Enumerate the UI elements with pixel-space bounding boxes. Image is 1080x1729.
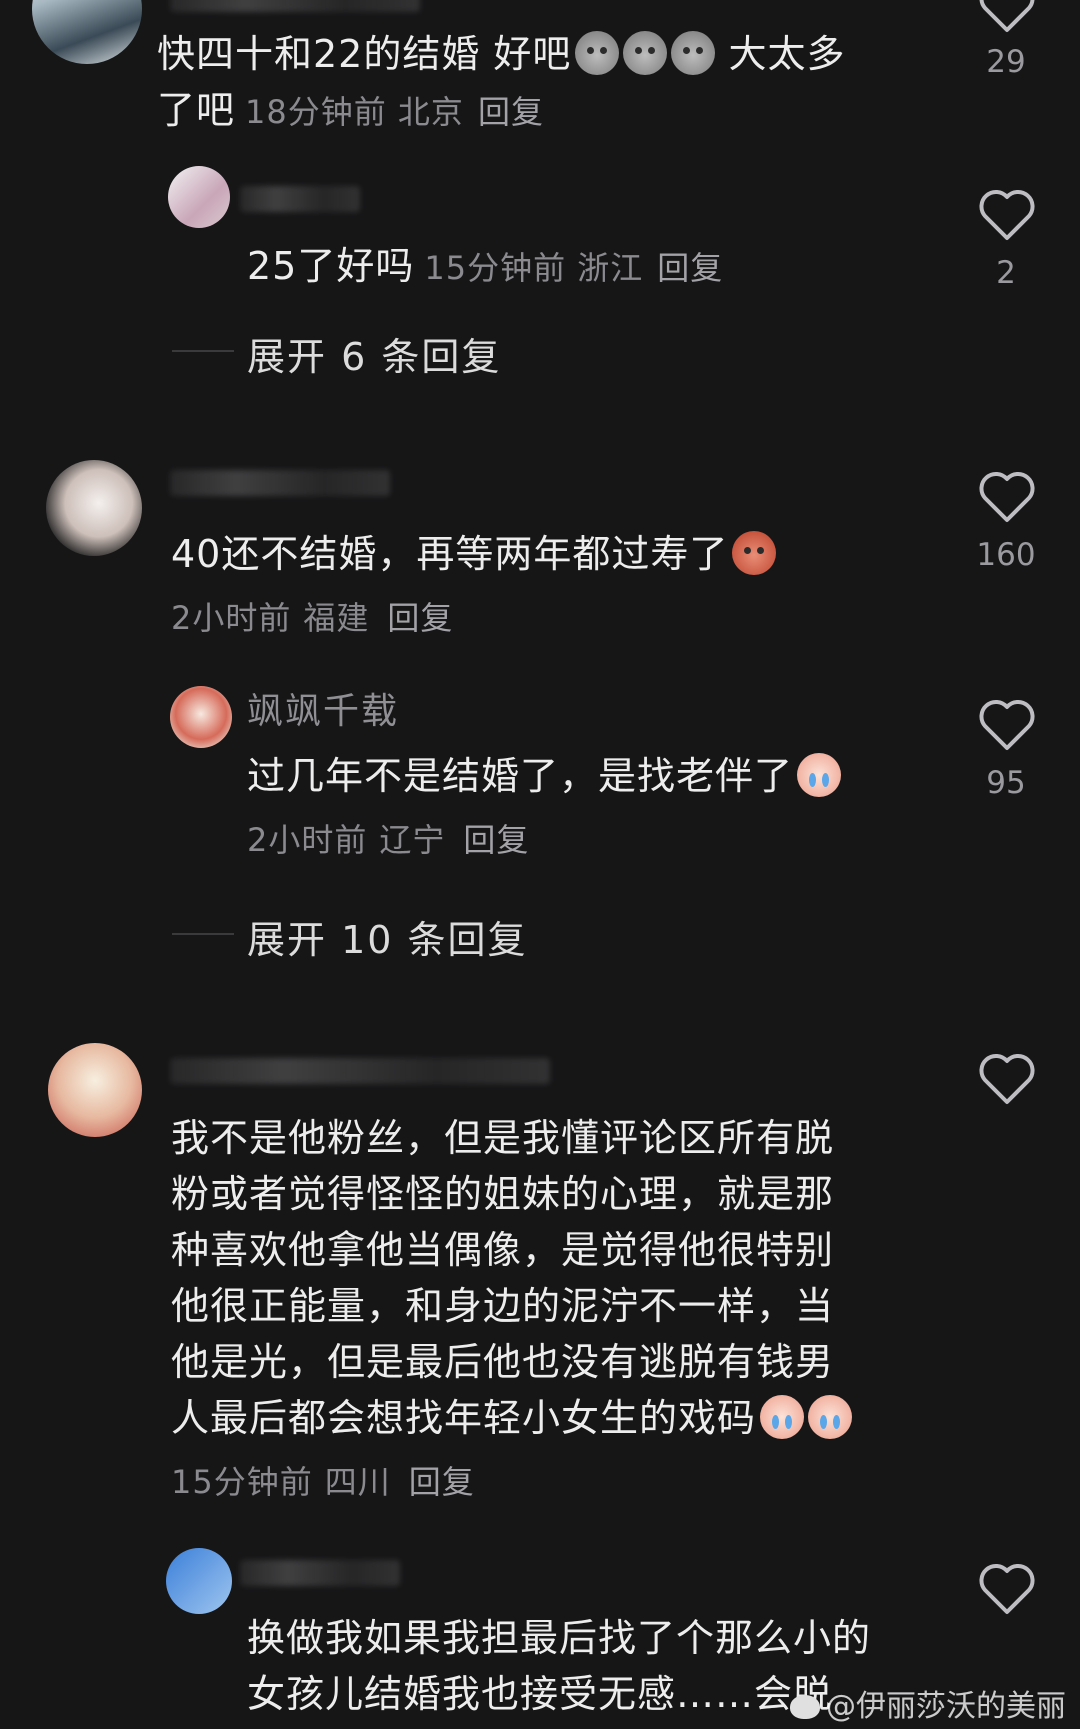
expand-replies-button[interactable]: 展开 6 条回复 <box>247 326 501 381</box>
comment-meta: 15分钟前 四川 回复 <box>171 1463 475 1501</box>
emoji-icon <box>808 1395 853 1439</box>
divider <box>172 350 234 352</box>
reply-username[interactable]: 飒飒千载 <box>247 690 399 734</box>
username-blurred[interactable] <box>240 1560 400 1586</box>
comment-text-line: 人最后都会想找年轻小女生的戏码 <box>171 1390 853 1446</box>
reply-text: 25了好吗 15分钟前 浙江 回复 <box>247 244 724 288</box>
emoji-icon <box>575 31 620 75</box>
comment-text: 快四十和22的结婚 好吧 大太多 <box>157 31 846 76</box>
heart-icon[interactable] <box>978 698 1036 752</box>
heart-icon[interactable] <box>978 1562 1036 1616</box>
heart-icon[interactable] <box>978 0 1036 34</box>
avatar[interactable] <box>166 1548 232 1614</box>
comment-text-line: 我不是他粉丝，但是我懂评论区所有脱 <box>171 1116 835 1160</box>
avatar[interactable] <box>32 0 142 64</box>
like-count: 2 <box>996 255 1016 291</box>
like-count: 95 <box>986 765 1026 801</box>
username-blurred[interactable] <box>170 0 420 12</box>
expand-replies-button[interactable]: 展开 10 条回复 <box>247 909 528 964</box>
avatar[interactable] <box>48 1043 142 1137</box>
reply-text-line: 换做我如果我担最后找了个那么小的 <box>247 1616 872 1660</box>
heart-icon[interactable] <box>978 1052 1036 1106</box>
comment-text-line: 他是光，但是最后他也没有逃脱有钱男 <box>171 1340 835 1384</box>
weibo-icon <box>790 1695 820 1719</box>
reply-button[interactable]: 回复 <box>463 821 529 859</box>
like-count: 29 <box>986 44 1026 80</box>
emoji-icon <box>732 531 777 575</box>
username-blurred[interactable] <box>170 470 390 496</box>
watermark: @伊丽莎沃的美丽 <box>790 1681 1066 1725</box>
avatar[interactable] <box>170 686 232 748</box>
reply-button[interactable]: 回复 <box>478 93 544 131</box>
heart-icon[interactable] <box>978 188 1036 242</box>
username-blurred[interactable] <box>170 1058 550 1084</box>
emoji-icon <box>671 31 716 75</box>
reply-meta: 2小时前 辽宁 回复 <box>247 821 530 859</box>
emoji-icon <box>797 753 842 797</box>
comment-text-line: 他很正能量，和身边的泥泞不一样，当 <box>171 1284 835 1328</box>
reply-button[interactable]: 回复 <box>387 599 453 637</box>
divider <box>172 933 234 935</box>
comment-meta: 2小时前 福建 回复 <box>171 599 454 637</box>
emoji-icon <box>760 1395 805 1439</box>
reply-button[interactable]: 回复 <box>657 249 723 287</box>
heart-icon[interactable] <box>978 470 1036 524</box>
reply-text: 过几年不是结婚了，是找老伴了 <box>247 748 842 804</box>
comment-text-line: 种喜欢他拿他当偶像，是觉得他很特别 <box>171 1228 835 1272</box>
comment-text: 40还不结婚，再等两年都过寿了 <box>171 526 777 582</box>
emoji-icon <box>623 31 668 75</box>
avatar[interactable] <box>46 460 142 556</box>
reply-button[interactable]: 回复 <box>409 1463 475 1501</box>
avatar[interactable] <box>168 166 230 228</box>
reply-text-line: 女孩儿结婚我也接受无感……会脱 <box>247 1672 833 1716</box>
like-count: 160 <box>976 537 1036 573</box>
comment-text-line: 粉或者觉得怪怪的姐妹的心理，就是那 <box>171 1172 835 1216</box>
username-blurred[interactable] <box>240 186 360 212</box>
comment-text: 了吧 18分钟前 北京 回复 <box>157 88 544 132</box>
